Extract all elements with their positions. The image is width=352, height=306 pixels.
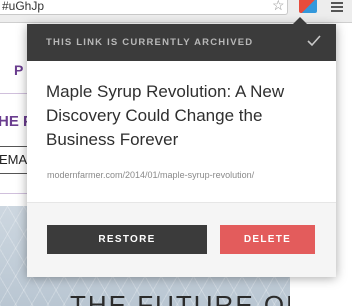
- divider: [0, 93, 30, 94]
- delete-button[interactable]: DELETE: [220, 225, 315, 254]
- page-nav-item[interactable]: P: [14, 62, 23, 78]
- article-url[interactable]: modernfarmer.com/2014/01/maple-syrup-rev…: [47, 170, 254, 180]
- check-icon: [307, 35, 321, 47]
- email-field[interactable]: EMA: [0, 146, 30, 174]
- status-text: THIS LINK IS CURRENTLY ARCHIVED: [46, 37, 254, 48]
- archive-popup: THIS LINK IS CURRENTLY ARCHIVED Maple Sy…: [27, 17, 336, 277]
- hamburger-menu-icon[interactable]: [331, 2, 343, 14]
- archive-extension-icon[interactable]: [299, 0, 317, 13]
- hero-title: THE FUTURE OF: [70, 290, 290, 306]
- address-bar[interactable]: #uGhJp: [0, 0, 288, 15]
- star-icon[interactable]: ☆: [272, 0, 285, 14]
- popup-pointer: [293, 17, 307, 24]
- restore-button[interactable]: RESTORE: [47, 225, 207, 254]
- status-header: THIS LINK IS CURRENTLY ARCHIVED: [27, 24, 336, 61]
- article-title: Maple Syrup Revolution: A New Discovery …: [46, 82, 285, 149]
- divider: [0, 193, 30, 194]
- popup-footer: RESTORE DELETE: [27, 202, 336, 277]
